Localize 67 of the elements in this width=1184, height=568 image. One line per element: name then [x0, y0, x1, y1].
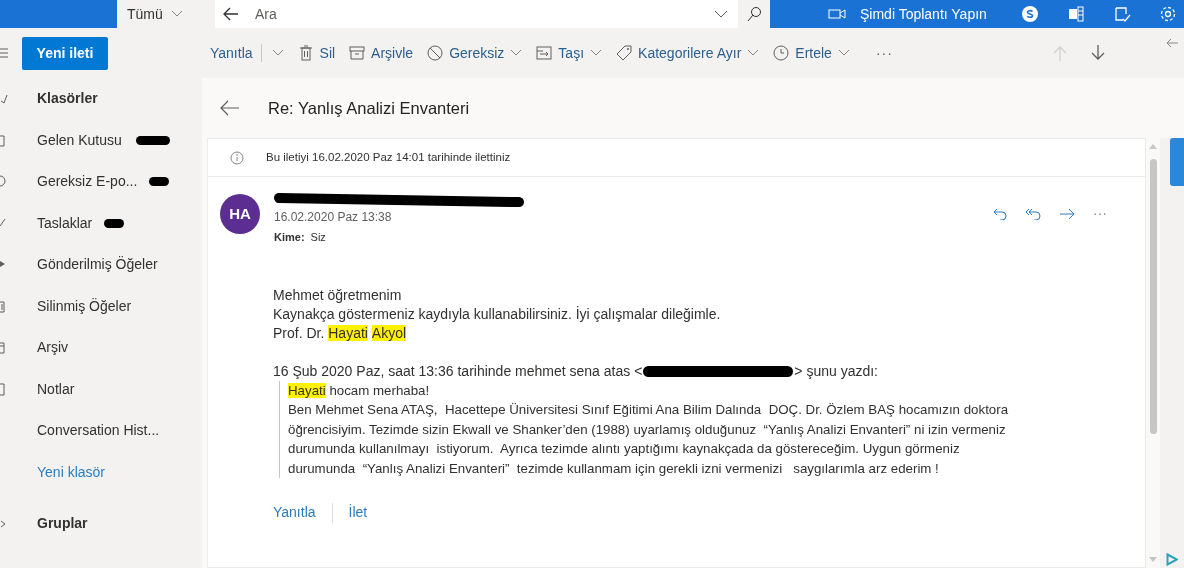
- quoted-text-line: durumunda “Yanlış Analizi Envanteri” tezimde kullanmam için gerekli izni vermenizi saygılarımla arz ederim !: [288, 459, 939, 478]
- arrow-down-icon[interactable]: [1090, 45, 1106, 61]
- forwarded-notice: Bu iletiyi 16.02.2020 Paz 14:01 tarihinde ilettiniz: [266, 149, 511, 165]
- body-text-line: Kaynakça göstermeniz kaydıyla kullanabilirsiniz. İyi çalışmalar dileğimle.: [273, 304, 721, 324]
- search-icon: [746, 6, 762, 22]
- body-text-line: Mehmet öğretmenim: [273, 285, 402, 305]
- quoted-text-line: durumunda kullanılmayı istiyorum. Ayrıca tezimde alıntı yaptığımı kaynakçada da göstereceğim. Uygun görmeniz: [288, 440, 960, 458]
- message-subject: Re: Yanlış Analizi Envanteri: [268, 97, 470, 119]
- recipient: Siz: [310, 230, 326, 245]
- redaction-mark: [104, 218, 125, 228]
- quoted-text-line: Hayati hocam merhaba!: [288, 381, 430, 400]
- move-icon: [536, 45, 553, 61]
- new-folder-link[interactable]: Yeni klasör: [37, 461, 105, 483]
- folder-item[interactable]: Gelen Kutusu: [37, 129, 122, 151]
- folders-header[interactable]: Klasörler: [37, 88, 98, 110]
- info-icon: [230, 150, 244, 165]
- toolbar-button[interactable]: Sil: [297, 42, 336, 64]
- toolbar-button[interactable]: Ertele: [773, 42, 850, 64]
- quoted-text-line: Ben Mehmet Sena ATAŞ, Hacettepe Üniversitesi Sınıf Eğitimi Ana Bilim Dalında DOÇ. Dr. Özlem BAŞ hocamızın doktora: [288, 401, 1009, 419]
- more-button[interactable]: ···: [875, 42, 893, 64]
- search-button[interactable]: [738, 0, 770, 28]
- reply-button[interactable]: Yanıtla: [210, 42, 253, 64]
- forward-icon[interactable]: [1059, 207, 1075, 220]
- toolbar-button[interactable]: Kategorilere Ayır: [616, 42, 760, 64]
- scrollbar-thumb[interactable]: [1149, 159, 1157, 434]
- trash-icon: [297, 45, 314, 61]
- redaction-mark: [135, 135, 170, 145]
- message-date: 16.02.2020 Paz 13:38: [274, 209, 392, 226]
- groups-header[interactable]: Gruplar: [37, 513, 88, 535]
- clock-icon: [773, 45, 790, 61]
- folder-item[interactable]: Notlar: [37, 378, 75, 400]
- more-button[interactable]: ···: [1093, 203, 1107, 224]
- folder-item[interactable]: Conversation Hist...: [37, 420, 160, 442]
- search-field[interactable]: Ara: [215, 0, 770, 28]
- back-arrow-icon[interactable]: [223, 7, 239, 21]
- reply-all-icon[interactable]: [1025, 207, 1041, 220]
- forward-link[interactable]: İlet: [348, 502, 368, 523]
- quote-header-text: > şunu yazdı:: [794, 361, 878, 381]
- toolbar-button[interactable]: Taşı: [536, 42, 603, 64]
- office-apps-icon[interactable]: [1066, 5, 1085, 23]
- body-text-line: Prof. Dr. Hayati Akyol: [273, 323, 407, 343]
- skype-icon[interactable]: [1020, 5, 1039, 23]
- avatar: HA: [220, 194, 260, 234]
- tag-icon: [616, 45, 633, 61]
- folder-item[interactable]: Taslaklar: [37, 212, 93, 234]
- folder-item[interactable]: Gönderilmiş Öğeler: [37, 254, 158, 276]
- search-input[interactable]: Ara: [253, 2, 714, 26]
- settings-icon[interactable]: [1158, 5, 1177, 23]
- meet-now-link[interactable]: Şimdi Toplantı Yapın: [860, 3, 987, 25]
- video-camera-icon[interactable]: [828, 8, 846, 20]
- quote-header-text: 16 Şub 2020 Paz, saat 13:36 tarihinde mehmet sena atas <: [273, 361, 643, 381]
- folder-item[interactable]: Silinmiş Öğeler: [37, 295, 132, 317]
- archive-icon: [349, 45, 366, 61]
- toolbar-button[interactable]: Arşivle: [349, 42, 414, 64]
- quoted-text-line: öğrencisiyim. Tezimde sizin Ekwall ve Shanker’den (1988) uyarlamış olduğunuz “Yanlış Analizi Envanteri” ni izin vermeniz: [288, 420, 1006, 439]
- toolbar-button[interactable]: Gereksiz: [427, 42, 523, 64]
- folder-item[interactable]: Gereksiz E-po...: [37, 171, 138, 193]
- new-message-button[interactable]: Yeni ileti: [22, 36, 108, 70]
- block-icon: [427, 45, 444, 61]
- reply-icon[interactable]: [993, 207, 1007, 220]
- back-arrow-icon[interactable]: [220, 100, 240, 116]
- play-icon[interactable]: [1166, 553, 1178, 566]
- feedback-icon[interactable]: [1112, 5, 1131, 23]
- recipient-label: Kime:: [274, 230, 305, 245]
- folder-item[interactable]: Arşiv: [37, 337, 69, 359]
- redaction-mark: [149, 177, 170, 187]
- reply-link[interactable]: Yanıtla: [273, 502, 316, 523]
